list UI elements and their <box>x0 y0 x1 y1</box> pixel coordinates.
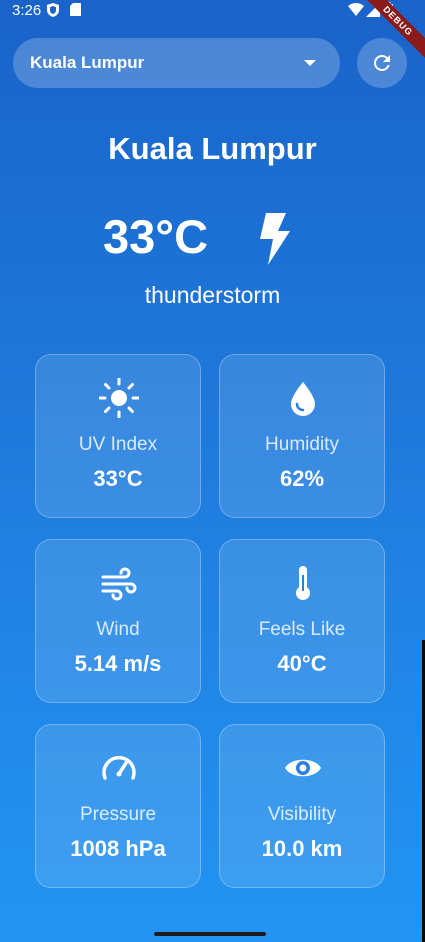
city-title: Kuala Lumpur <box>108 131 317 166</box>
speedometer-icon <box>102 755 136 780</box>
card-value: 62% <box>279 466 325 491</box>
condition-text: thunderstorm <box>144 282 281 308</box>
eye-icon <box>285 759 321 777</box>
shield-icon <box>47 3 59 22</box>
temperature-value: 33°C <box>103 210 209 263</box>
card-value: 10.0 km <box>261 836 343 861</box>
refresh-icon <box>373 54 390 71</box>
card-value: 33°C <box>93 466 143 491</box>
uv-index-card: UV Index 33°C <box>35 354 201 518</box>
water-drop-icon <box>291 382 315 416</box>
chevron-down-icon <box>304 60 316 66</box>
card-label: Humidity <box>265 434 339 455</box>
humidity-card: Humidity 62% <box>219 354 385 518</box>
wifi-icon <box>348 3 364 21</box>
sd-card-icon <box>70 3 81 21</box>
temperature-row: 33°C <box>0 205 425 265</box>
card-value: 40°C <box>277 651 327 676</box>
card-label: Wind <box>96 619 140 640</box>
card-value: 5.14 m/s <box>74 651 162 676</box>
refresh-button[interactable] <box>357 38 407 88</box>
thermometer-icon <box>296 566 310 600</box>
feels-like-card: Feels Like 40°C <box>219 539 385 703</box>
card-label: Pressure <box>79 804 157 825</box>
wind-icon <box>101 567 137 601</box>
status-bar: 3:26 <box>0 0 425 22</box>
sun-icon <box>99 378 139 418</box>
visibility-card: Visibility 10.0 km <box>219 724 385 888</box>
card-label: Feels Like <box>258 619 346 640</box>
home-indicator[interactable] <box>154 932 266 936</box>
city-dropdown[interactable]: Kuala Lumpur <box>13 38 340 88</box>
status-time: 3:26 <box>12 2 42 19</box>
card-label: UV Index <box>78 434 158 455</box>
wind-card: Wind 5.14 m/s <box>35 539 201 703</box>
pressure-card: Pressure 1008 hPa <box>35 724 201 888</box>
lightning-icon <box>258 213 290 270</box>
city-dropdown-value: Kuala Lumpur <box>30 53 145 72</box>
card-label: Visibility <box>267 804 337 825</box>
card-value: 1008 hPa <box>70 836 166 861</box>
